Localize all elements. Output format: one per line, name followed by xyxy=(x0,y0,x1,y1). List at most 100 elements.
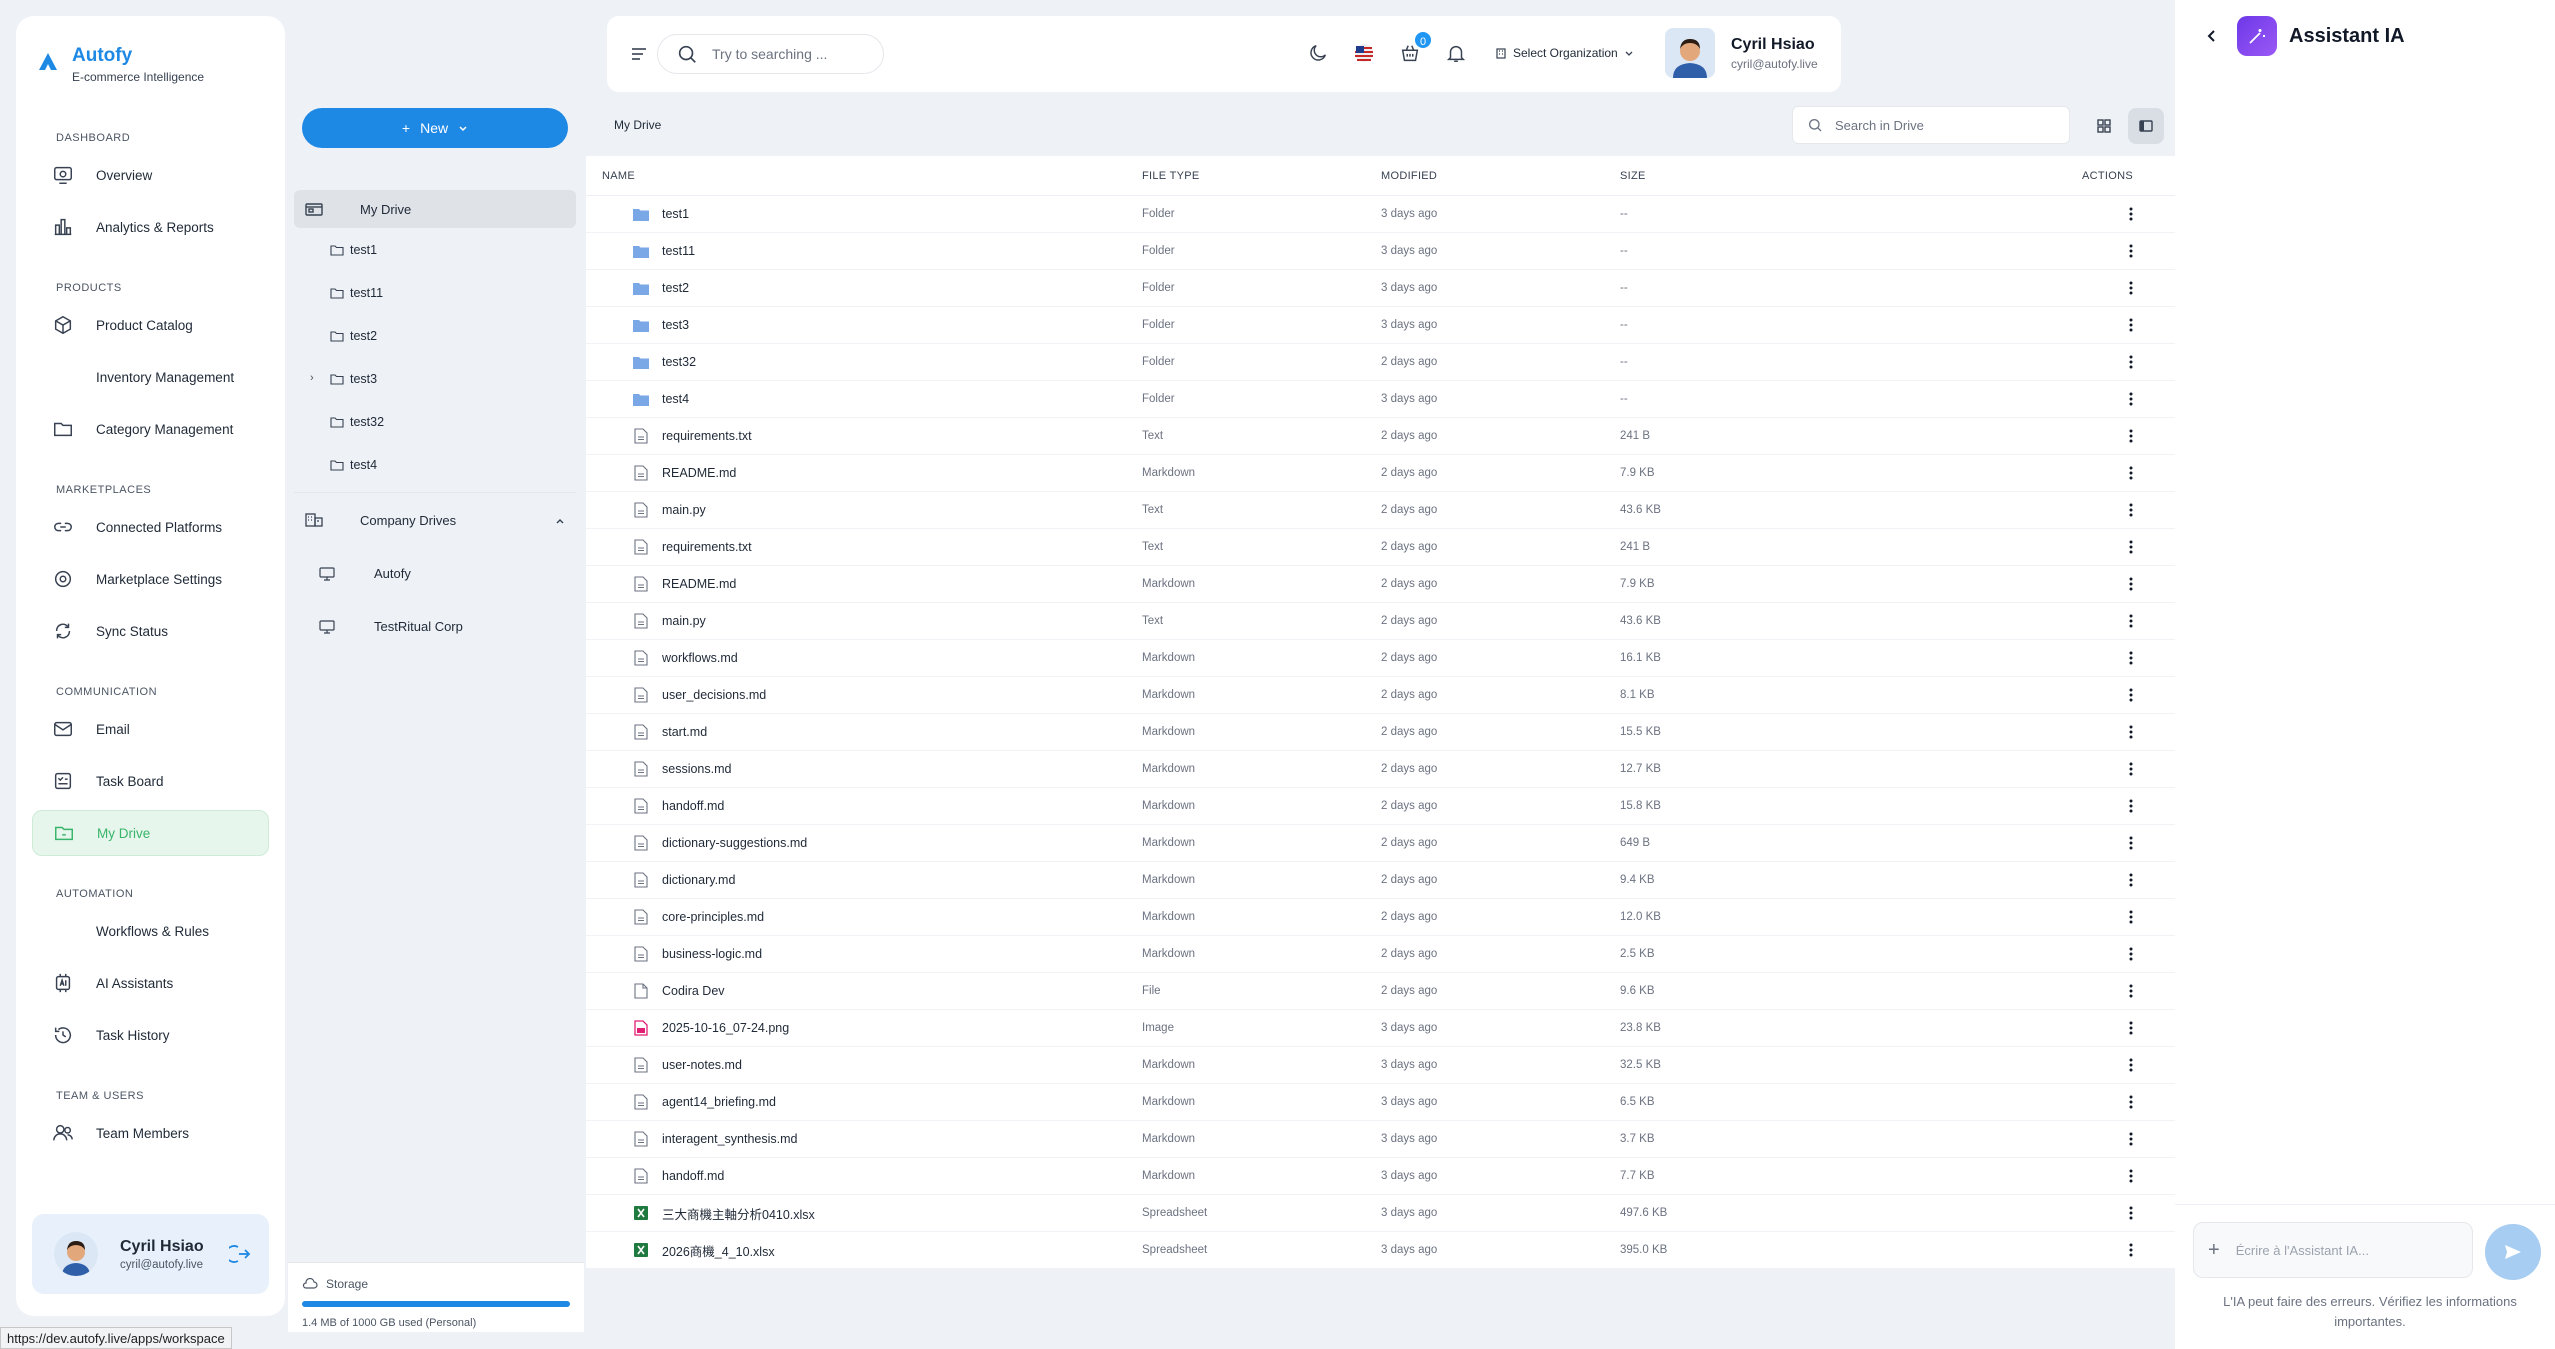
table-row[interactable]: core-principles.md Markdown 2 days ago 12.0… xyxy=(586,899,2175,936)
tree-folder-item[interactable]: test1 xyxy=(294,228,576,271)
chevron-up-icon[interactable] xyxy=(554,515,566,527)
more-vertical-icon[interactable] xyxy=(2129,1058,2133,1072)
sidebar-item-category-management[interactable]: Category Management xyxy=(32,406,269,452)
company-drive-item[interactable]: Autofy xyxy=(294,547,576,600)
sidebar-item-overview[interactable]: Overview xyxy=(32,152,269,198)
more-vertical-icon[interactable] xyxy=(2129,392,2133,406)
table-row[interactable]: handoff.md Markdown 2 days ago 15.8 KB xyxy=(586,788,2175,825)
organization-select[interactable]: Select Organization xyxy=(1495,46,1634,60)
table-row[interactable]: test4 Folder 3 days ago -- xyxy=(586,381,2175,418)
sidebar-item-task-history[interactable]: Task History xyxy=(32,1012,269,1058)
table-row[interactable]: test1 Folder 3 days ago -- xyxy=(586,196,2175,233)
table-row[interactable]: handoff.md Markdown 3 days ago 7.7 KB xyxy=(586,1158,2175,1195)
plus-icon[interactable]: + xyxy=(2208,1239,2220,1262)
more-vertical-icon[interactable] xyxy=(2129,1169,2133,1183)
table-row[interactable]: interagent_synthesis.md Markdown 3 days ag… xyxy=(586,1121,2175,1158)
sidebar-item-marketplace-settings[interactable]: Marketplace Settings xyxy=(32,556,269,602)
company-drive-item[interactable]: TestRitual Corp xyxy=(294,600,576,653)
table-row[interactable]: dictionary.md Markdown 2 days ago 9.4 KB xyxy=(586,862,2175,899)
table-row[interactable]: requirements.txt Text 2 days ago 241 B xyxy=(586,418,2175,455)
tree-folder-item[interactable]: test2 xyxy=(294,314,576,357)
breadcrumb[interactable]: My Drive xyxy=(614,118,661,132)
more-vertical-icon[interactable] xyxy=(2129,725,2133,739)
more-vertical-icon[interactable] xyxy=(2129,1021,2133,1035)
table-row[interactable]: test11 Folder 3 days ago -- xyxy=(586,233,2175,270)
sidebar-item-sync-status[interactable]: Sync Status xyxy=(32,608,269,654)
theme-toggle-button[interactable] xyxy=(1307,42,1329,64)
sidebar-item-product-catalog[interactable]: Product Catalog xyxy=(32,302,269,348)
list-view-button[interactable] xyxy=(2128,108,2164,144)
language-button[interactable] xyxy=(1353,42,1375,64)
cart-button[interactable]: 0 xyxy=(1399,30,1433,64)
chevron-left-icon[interactable] xyxy=(2205,29,2219,43)
more-vertical-icon[interactable] xyxy=(2129,762,2133,776)
table-row[interactable]: Codira Dev File 2 days ago 9.6 KB xyxy=(586,973,2175,1010)
sidebar-item-inventory-management[interactable]: Inventory Management xyxy=(32,354,269,400)
more-vertical-icon[interactable] xyxy=(2129,1132,2133,1146)
tree-folder-item[interactable]: › test3 xyxy=(294,357,576,400)
notifications-button[interactable] xyxy=(1445,42,1467,64)
table-row[interactable]: README.md Markdown 2 days ago 7.9 KB xyxy=(586,455,2175,492)
drive-search-input[interactable]: Search in Drive xyxy=(1792,106,2070,144)
column-header-type[interactable]: FILE TYPE xyxy=(1142,170,1381,182)
table-row[interactable]: agent14_briefing.md Markdown 3 days ago 6.5… xyxy=(586,1084,2175,1121)
sidebar-item-ai-assistants[interactable]: AI Assistants xyxy=(32,960,269,1006)
tree-folder-item[interactable]: test32 xyxy=(294,400,576,443)
more-vertical-icon[interactable] xyxy=(2129,540,2133,554)
table-row[interactable]: test32 Folder 2 days ago -- xyxy=(586,344,2175,381)
more-vertical-icon[interactable] xyxy=(2129,503,2133,517)
sidebar-item-my-drive[interactable]: My Drive xyxy=(32,810,269,856)
table-row[interactable]: dictionary-suggestions.md Markdown 2 days … xyxy=(586,825,2175,862)
more-vertical-icon[interactable] xyxy=(2129,1243,2133,1257)
column-header-name[interactable]: NAME xyxy=(586,170,1142,182)
table-row[interactable]: requirements.txt Text 2 days ago 241 B xyxy=(586,529,2175,566)
table-row[interactable]: sessions.md Markdown 2 days ago 12.7 KB xyxy=(586,751,2175,788)
tree-folder-item[interactable]: test11 xyxy=(294,271,576,314)
more-vertical-icon[interactable] xyxy=(2129,244,2133,258)
logout-icon[interactable] xyxy=(229,1242,253,1266)
sidebar-item-email[interactable]: Email xyxy=(32,706,269,752)
tree-company-drives[interactable]: Company Drives xyxy=(294,493,576,547)
table-row[interactable]: start.md Markdown 2 days ago 15.5 KB xyxy=(586,714,2175,751)
column-header-modified[interactable]: MODIFIED xyxy=(1381,170,1620,182)
table-row[interactable]: user_decisions.md Markdown 2 days ago 8.1 K… xyxy=(586,677,2175,714)
more-vertical-icon[interactable] xyxy=(2129,910,2133,924)
sidebar-item-connected-platforms[interactable]: Connected Platforms xyxy=(32,504,269,550)
more-vertical-icon[interactable] xyxy=(2129,984,2133,998)
chevron-right-icon[interactable]: › xyxy=(310,372,314,384)
more-vertical-icon[interactable] xyxy=(2129,577,2133,591)
table-row[interactable]: 2026商機_4_10.xlsx Spreadsheet 3 days ago 395… xyxy=(586,1232,2175,1269)
more-vertical-icon[interactable] xyxy=(2129,207,2133,221)
table-row[interactable]: 三大商機主軸分析0410.xlsx Spreadsheet 3 days ago 49… xyxy=(586,1195,2175,1232)
sidebar-item-team-members[interactable]: Team Members xyxy=(32,1110,269,1156)
table-row[interactable]: main.py Text 2 days ago 43.6 KB xyxy=(586,492,2175,529)
table-row[interactable]: 2025-10-16_07-24.png Image 3 days ago 23.8 … xyxy=(586,1010,2175,1047)
more-vertical-icon[interactable] xyxy=(2129,1095,2133,1109)
more-vertical-icon[interactable] xyxy=(2129,947,2133,961)
table-row[interactable]: main.py Text 2 days ago 43.6 KB xyxy=(586,603,2175,640)
sidebar-item-task-board[interactable]: Task Board xyxy=(32,758,269,804)
table-row[interactable]: README.md Markdown 2 days ago 7.9 KB xyxy=(586,566,2175,603)
more-vertical-icon[interactable] xyxy=(2129,836,2133,850)
sidebar-user-card[interactable]: Cyril Hsiao cyril@autofy.live xyxy=(32,1214,269,1294)
menu-icon[interactable] xyxy=(629,44,649,64)
more-vertical-icon[interactable] xyxy=(2129,651,2133,665)
more-vertical-icon[interactable] xyxy=(2129,799,2133,813)
sidebar-item-analytics-reports[interactable]: Analytics & Reports xyxy=(32,204,269,250)
table-row[interactable]: user-notes.md Markdown 3 days ago 32.5 KB xyxy=(586,1047,2175,1084)
more-vertical-icon[interactable] xyxy=(2129,873,2133,887)
table-row[interactable]: test2 Folder 3 days ago -- xyxy=(586,270,2175,307)
more-vertical-icon[interactable] xyxy=(2129,1206,2133,1220)
more-vertical-icon[interactable] xyxy=(2129,355,2133,369)
grid-view-button[interactable] xyxy=(2086,108,2122,144)
column-header-size[interactable]: SIZE xyxy=(1620,170,2020,182)
assistant-message-input[interactable]: + Écrire à l'Assistant IA... xyxy=(2193,1222,2473,1278)
global-search-input[interactable]: Try to searching ... xyxy=(657,34,884,74)
topbar-user-menu[interactable]: Cyril Hsiao cyril@autofy.live xyxy=(1665,28,1818,78)
new-button[interactable]: + New xyxy=(302,108,568,148)
more-vertical-icon[interactable] xyxy=(2129,318,2133,332)
more-vertical-icon[interactable] xyxy=(2129,688,2133,702)
send-button[interactable] xyxy=(2485,1224,2541,1280)
more-vertical-icon[interactable] xyxy=(2129,429,2133,443)
table-row[interactable]: business-logic.md Markdown 2 days ago 2.5 K… xyxy=(586,936,2175,973)
